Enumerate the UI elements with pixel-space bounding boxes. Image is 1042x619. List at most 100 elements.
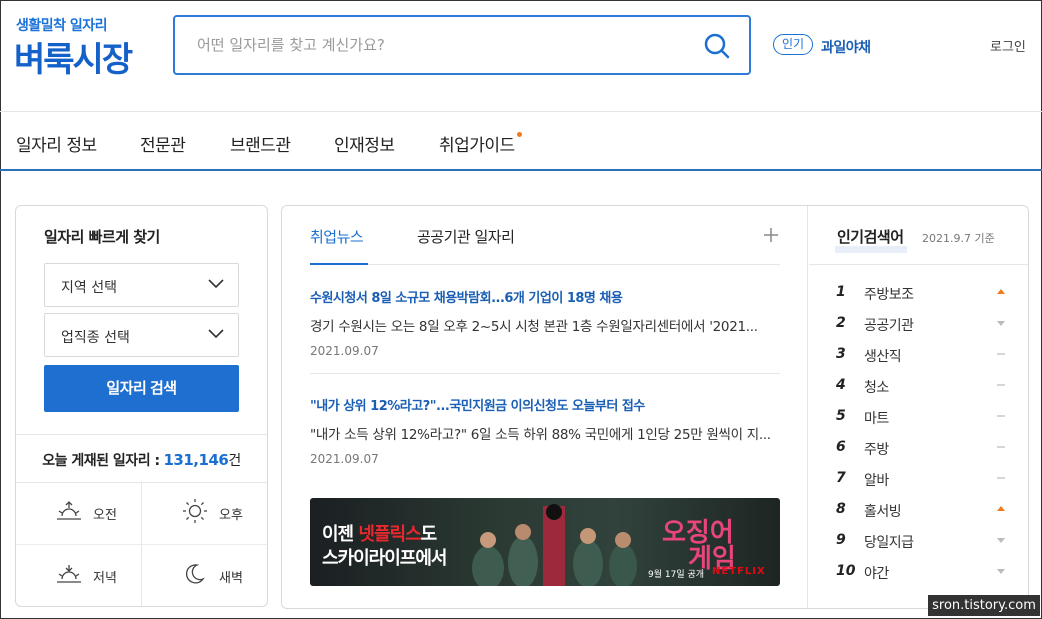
rank-term: 주방 xyxy=(864,442,889,458)
popular-item[interactable]: 8 홀서빙 xyxy=(836,499,1006,521)
rank-number: 3 xyxy=(836,346,846,362)
today-postings: 오늘 게재된 일자리 : 131,146건 xyxy=(16,450,267,470)
banner-text: 도 xyxy=(420,524,438,545)
popular-term-link[interactable]: 과일야채 xyxy=(821,37,871,57)
tab-public-jobs[interactable]: 공공기관 일자리 xyxy=(417,226,515,247)
rank-term: 생산직 xyxy=(864,349,902,365)
rank-up-icon xyxy=(997,289,1005,294)
tab-job-news[interactable]: 취업뉴스 xyxy=(310,226,364,247)
banner-text: 이젠 xyxy=(322,524,359,545)
news-item[interactable]: "내가 상위 12%라고?"...국민지원금 이의신청도 오늘부터 접수 "내가… xyxy=(310,395,780,466)
time-morning-label: 오전 xyxy=(93,508,117,523)
nav-item-talent[interactable]: 인재정보 xyxy=(334,131,395,156)
popular-item[interactable]: 2 공공기관 xyxy=(836,313,1006,335)
banner-figures-image xyxy=(472,504,637,586)
rank-term: 공공기관 xyxy=(864,318,914,334)
job-type-select[interactable]: 업직종 선택 xyxy=(44,313,239,357)
news-desc: "내가 소득 상위 12%라고?" 6일 소득 하위 88% 국민에게 1인당 … xyxy=(310,427,771,443)
popular-item[interactable]: 10 야간 xyxy=(836,561,1006,583)
news-desc: 경기 수원시는 오는 8일 오후 2~5시 시청 본관 1층 수원일자리센터에서… xyxy=(310,319,758,335)
popular-item[interactable]: 4 청소 xyxy=(836,375,1006,397)
watermark: sron.tistory.com xyxy=(928,595,1040,616)
search-box xyxy=(173,15,751,75)
banner-date: 9월 17일 공개 xyxy=(648,570,705,580)
today-count: 131,146 xyxy=(163,451,229,469)
rank-term: 야간 xyxy=(864,566,889,582)
rank-same-icon xyxy=(997,477,1005,479)
popular-item[interactable]: 6 주방 xyxy=(836,437,1006,459)
time-filter-grid: 오전 오후 저녁 새벽 xyxy=(16,482,267,606)
time-afternoon[interactable]: 오후 xyxy=(142,482,267,544)
nav-item-job-info[interactable]: 일자리 정보 xyxy=(16,131,97,156)
chevron-down-icon xyxy=(208,329,224,339)
job-type-select-label: 업직종 선택 xyxy=(61,330,130,346)
divider xyxy=(807,206,808,608)
rank-term: 홀서빙 xyxy=(864,504,902,520)
rank-number: 10 xyxy=(836,563,856,579)
banner-line2: 스카이라이프에서 xyxy=(322,548,447,569)
rank-number: 6 xyxy=(836,439,846,455)
rank-number: 2 xyxy=(836,315,846,331)
divider xyxy=(16,434,267,435)
sunset-icon xyxy=(57,565,81,583)
rank-number: 5 xyxy=(836,408,846,424)
tab-divider xyxy=(310,264,780,265)
new-dot-icon xyxy=(516,132,522,137)
ad-banner[interactable]: 이젠 넷플릭스도 스카이라이프에서 오징어 게임 9월 17일 공개 NETFL… xyxy=(310,498,780,586)
popular-item[interactable]: 3 생산직 xyxy=(836,344,1006,366)
rank-number: 9 xyxy=(836,532,846,548)
rank-number: 7 xyxy=(836,470,846,486)
rank-down-icon xyxy=(997,321,1005,326)
popular-item[interactable]: 9 당일지급 xyxy=(836,530,1006,552)
time-evening[interactable]: 저녁 xyxy=(16,545,141,607)
popular-item[interactable]: 5 마트 xyxy=(836,406,1006,428)
tab-active-indicator xyxy=(310,263,368,265)
search-input[interactable] xyxy=(197,31,687,59)
rank-down-icon xyxy=(997,569,1005,574)
site-logo[interactable]: 벼룩시장 xyxy=(14,32,133,81)
rank-same-icon xyxy=(997,415,1005,417)
popular-item[interactable]: 1 주방보조 xyxy=(836,282,1006,304)
divider xyxy=(310,373,780,374)
time-evening-label: 저녁 xyxy=(93,571,117,586)
today-unit: 건 xyxy=(228,453,241,469)
login-link[interactable]: 로그인 xyxy=(990,36,1026,55)
divider xyxy=(809,264,1028,265)
banner-highlight: 넷플릭스 xyxy=(358,524,421,545)
banner-line1: 이젠 넷플릭스도 xyxy=(322,520,438,546)
rank-number: 8 xyxy=(836,501,846,517)
rank-term: 당일지급 xyxy=(864,535,914,551)
news-title[interactable]: 수원시청서 8일 소규모 채용박람회...6개 기업이 18명 채용 xyxy=(310,287,780,306)
rank-number: 4 xyxy=(836,377,846,393)
title-highlight xyxy=(835,246,907,253)
rank-term: 주방보조 xyxy=(864,287,914,303)
today-label: 오늘 게재된 일자리 : xyxy=(42,453,160,469)
rank-number: 1 xyxy=(836,284,846,300)
nav-item-brand[interactable]: 브랜드관 xyxy=(230,131,291,156)
nav-item-specialty[interactable]: 전문관 xyxy=(140,131,186,156)
time-dawn[interactable]: 새벽 xyxy=(142,545,267,607)
site-header: 생활밀착 일자리 벼룩시장 인기 과일야채 로그인 xyxy=(0,0,1042,112)
news-item[interactable]: 수원시청서 8일 소규모 채용박람회...6개 기업이 18명 채용 경기 수원… xyxy=(310,287,780,358)
nav-item-guide-label: 취업가이드 xyxy=(439,136,515,156)
search-icon[interactable] xyxy=(703,32,731,60)
popular-date: 2021.9.7 기준 xyxy=(922,232,995,245)
popular-item[interactable]: 7 알바 xyxy=(836,468,1006,490)
rank-same-icon xyxy=(997,353,1005,355)
time-dawn-label: 새벽 xyxy=(219,571,243,586)
news-title[interactable]: "내가 상위 12%라고?"...국민지원금 이의신청도 오늘부터 접수 xyxy=(310,395,780,414)
chevron-down-icon xyxy=(208,279,224,289)
rank-term: 알바 xyxy=(864,473,889,489)
popular-title: 인기검색어 xyxy=(837,228,904,246)
time-morning[interactable]: 오전 xyxy=(16,482,141,544)
news-date: 2021.09.07 xyxy=(310,452,379,466)
rank-down-icon xyxy=(997,538,1005,543)
time-afternoon-label: 오후 xyxy=(219,508,243,523)
popular-badge: 인기 xyxy=(773,34,814,55)
nav-item-guide[interactable]: 취업가이드 xyxy=(439,131,522,156)
region-select[interactable]: 지역 선택 xyxy=(44,263,239,307)
plus-icon[interactable] xyxy=(762,226,780,244)
news-card: 취업뉴스 공공기관 일자리 수원시청서 8일 소규모 채용박람회...6개 기업… xyxy=(281,205,1029,609)
quick-search-card: 일자리 빠르게 찾기 지역 선택 업직종 선택 일자리 검색 오늘 게재된 일자… xyxy=(15,205,268,607)
job-search-button[interactable]: 일자리 검색 xyxy=(44,365,239,412)
